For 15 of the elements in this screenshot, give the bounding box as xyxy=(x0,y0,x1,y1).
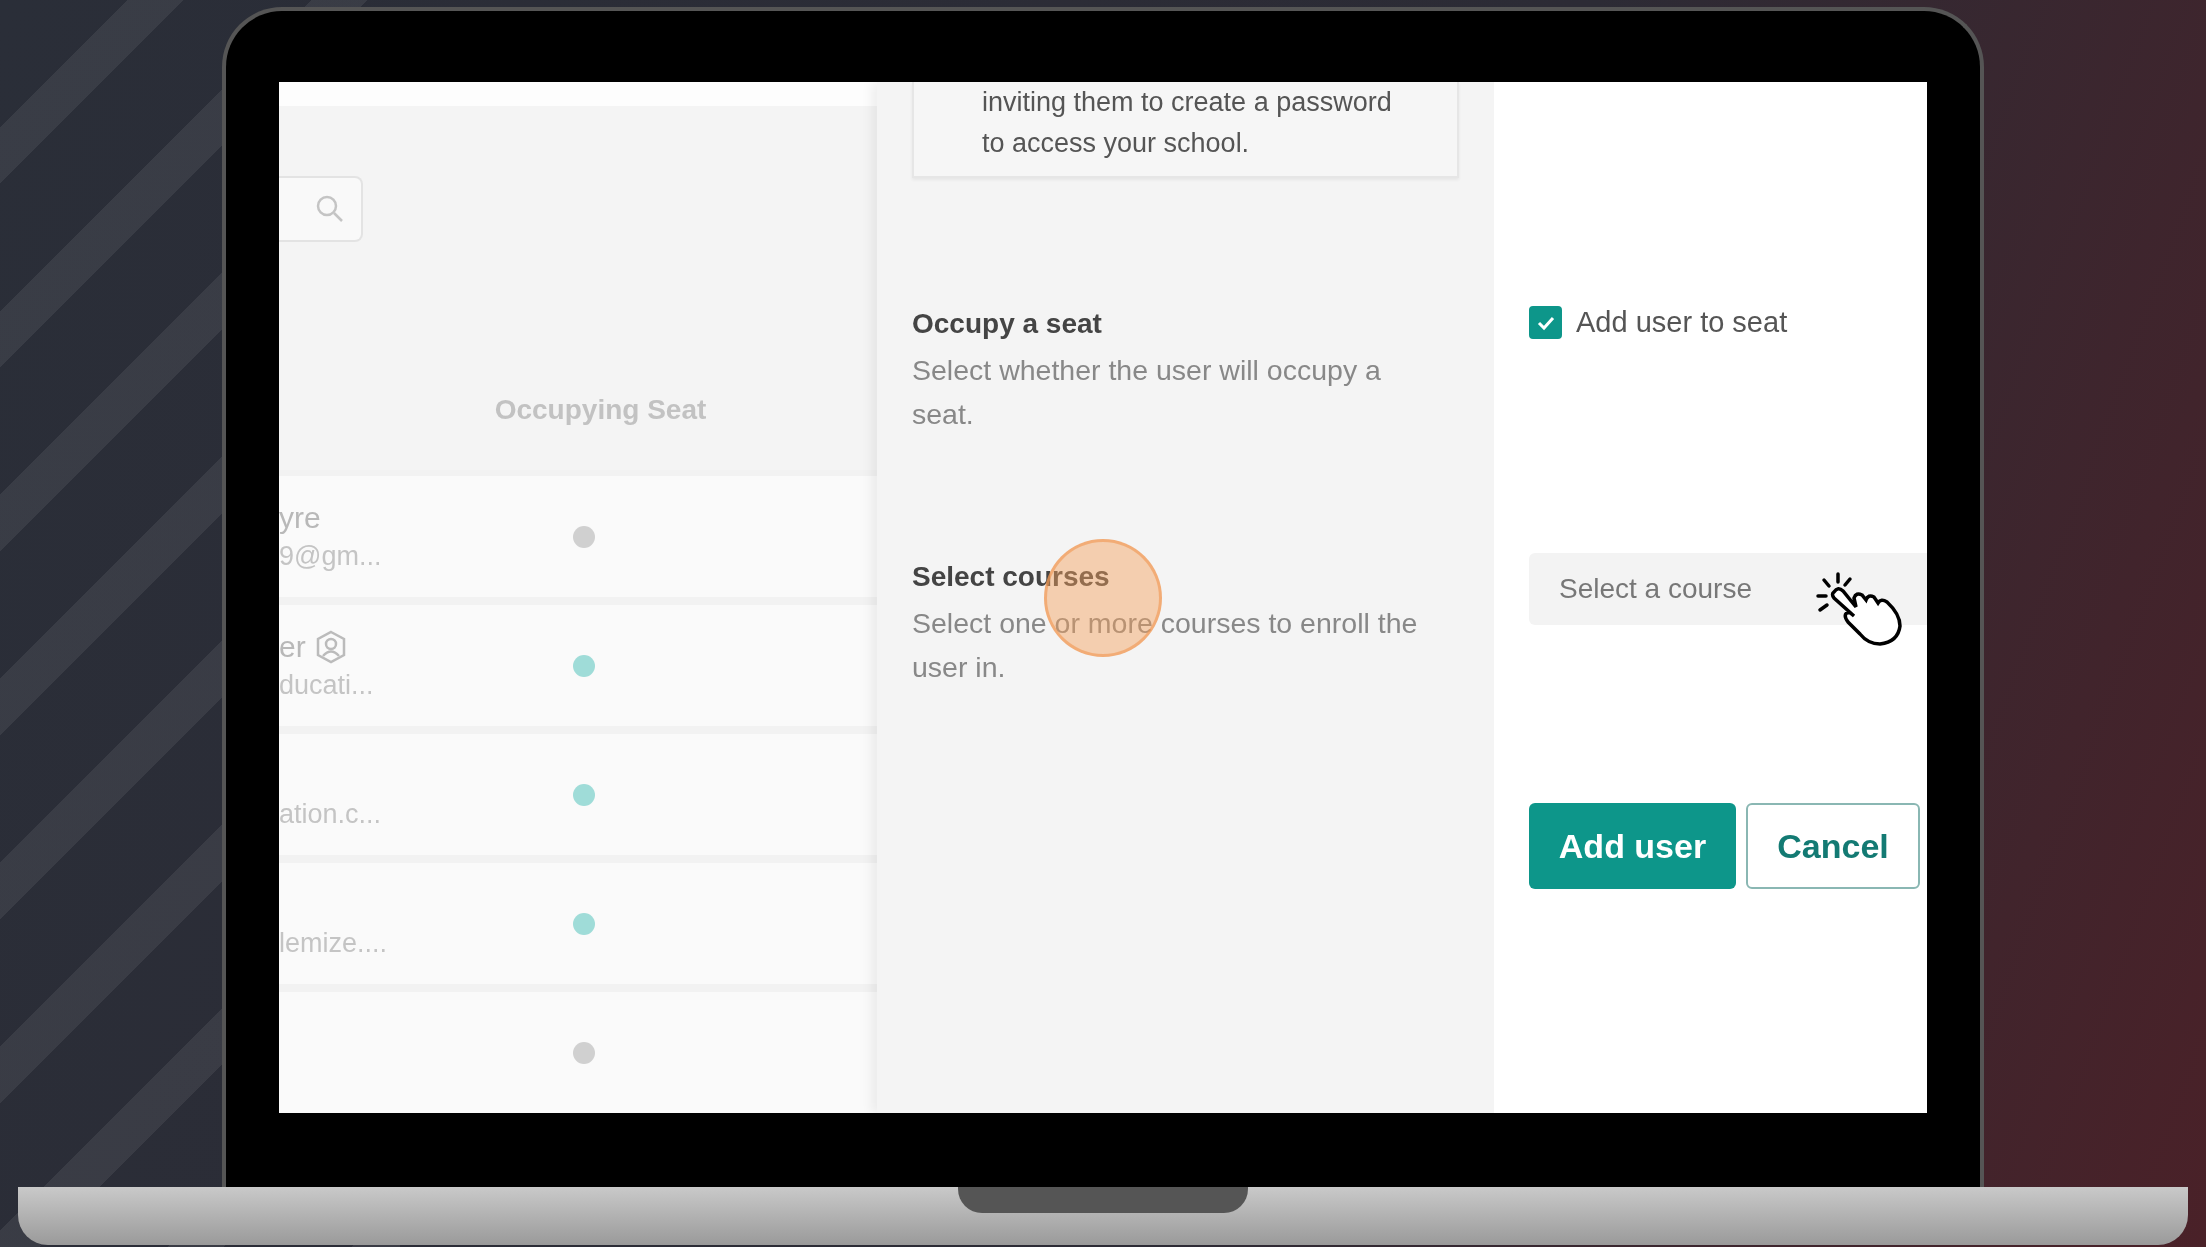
add-user-button[interactable]: Add user xyxy=(1529,803,1736,889)
section-description: Select whether the user will occupy a seat. xyxy=(912,353,1382,432)
section-title: Select courses xyxy=(912,560,1111,594)
info-text: inviting them to create a password to access your school. xyxy=(982,86,1393,160)
search-field[interactable] xyxy=(279,175,363,242)
seat-checkbox[interactable]: Add user to seat xyxy=(1529,306,1788,339)
search-icon xyxy=(315,193,345,224)
course-select[interactable]: Select a course xyxy=(1529,553,1927,625)
section-title: Occupy a seat xyxy=(912,307,1103,341)
table-row[interactable] xyxy=(279,992,877,1113)
user-name: er xyxy=(279,630,306,664)
checkbox[interactable] xyxy=(1529,306,1562,339)
cancel-button[interactable]: Cancel xyxy=(1746,803,1920,889)
user-name: yre xyxy=(279,501,321,535)
section-description: Select one or more courses to enroll the user in. xyxy=(912,606,1419,685)
